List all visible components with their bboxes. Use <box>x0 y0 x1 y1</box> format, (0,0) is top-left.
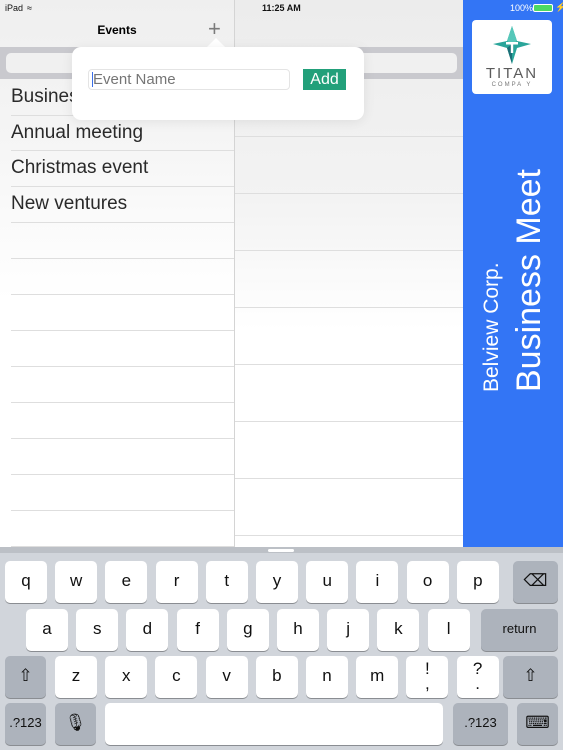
key-lower-char: . <box>475 674 480 693</box>
key-v[interactable]: v <box>205 656 248 698</box>
list-separator <box>11 474 234 475</box>
key-g[interactable]: g <box>226 609 269 651</box>
key-e[interactable]: e <box>105 561 148 603</box>
key-d[interactable]: d <box>126 609 169 651</box>
event-title: Business Meet <box>510 169 548 392</box>
charging-icon: ⚡ <box>555 2 563 12</box>
list-separator <box>11 366 234 367</box>
shift-key-left[interactable]: ⇧ <box>5 656 46 698</box>
event-list-item[interactable]: New ventures <box>11 186 127 222</box>
add-event-plus-icon[interactable]: + <box>208 18 221 40</box>
list-separator <box>11 330 234 331</box>
return-key[interactable]: return <box>481 609 558 651</box>
key-t[interactable]: t <box>205 561 248 603</box>
key-o[interactable]: o <box>406 561 449 603</box>
list-separator <box>11 438 234 439</box>
key-s[interactable]: s <box>76 609 119 651</box>
key-h[interactable]: h <box>277 609 319 651</box>
backspace-key[interactable]: ⌫ <box>513 561 558 603</box>
detail-row-separator <box>235 535 463 536</box>
key-exclaim-comma[interactable]: !, <box>406 656 449 698</box>
titan-logo-card: TITAN COMPA Y <box>472 20 552 94</box>
key-x[interactable]: x <box>105 656 148 698</box>
key-j[interactable]: j <box>327 609 370 651</box>
dismiss-keyboard-icon[interactable]: ⌨ <box>517 703 558 745</box>
event-list-item[interactable]: Annual meeting <box>11 115 143 151</box>
event-list-item[interactable]: Christmas event <box>11 150 148 186</box>
company-name: Belview Corp. <box>480 262 503 392</box>
list-separator <box>11 222 234 223</box>
key-f[interactable]: f <box>176 609 219 651</box>
add-event-button[interactable]: Add <box>303 69 346 90</box>
key-m[interactable]: m <box>356 656 399 698</box>
key-c[interactable]: c <box>155 656 198 698</box>
key-p[interactable]: p <box>456 561 499 603</box>
key-z[interactable]: z <box>55 656 97 698</box>
event-name-input[interactable] <box>88 69 290 90</box>
key-w[interactable]: w <box>55 561 98 603</box>
key-q[interactable]: q <box>5 561 47 603</box>
key-n[interactable]: n <box>306 656 348 698</box>
key-lower-char: , <box>425 674 430 693</box>
status-time: 11:25 AM <box>262 3 301 13</box>
list-separator <box>11 258 234 259</box>
key-i[interactable]: i <box>356 561 399 603</box>
text-caret <box>92 72 93 87</box>
device-label: iPad <box>5 3 24 13</box>
key-b[interactable]: b <box>255 656 298 698</box>
space-key[interactable] <box>105 703 443 745</box>
microphone-icon[interactable]: 🎙 <box>55 703 96 745</box>
detail-row-separator <box>235 250 463 251</box>
detail-row-separator <box>235 421 463 422</box>
key-question-period[interactable]: ?. <box>456 656 499 698</box>
list-separator <box>11 402 234 403</box>
key-k[interactable]: k <box>377 609 420 651</box>
key-l[interactable]: l <box>427 609 470 651</box>
detail-row-separator <box>235 193 463 194</box>
events-title: Events <box>97 23 137 37</box>
keyboard-drag-handle[interactable] <box>268 549 294 552</box>
key-u[interactable]: u <box>306 561 349 603</box>
battery-icon <box>533 4 553 12</box>
key-r[interactable]: r <box>155 561 198 603</box>
wifi-icon: ≈ <box>27 3 32 13</box>
logo-text: TITAN <box>485 65 539 82</box>
numbers-key-left[interactable]: .?123 <box>5 703 46 745</box>
shift-key-right[interactable]: ⇧ <box>503 656 558 698</box>
battery-percent: 100% <box>510 3 534 13</box>
detail-row-separator <box>235 364 463 365</box>
list-separator <box>11 294 234 295</box>
key-a[interactable]: a <box>26 609 68 651</box>
key-y[interactable]: y <box>256 561 298 603</box>
list-separator <box>11 510 234 511</box>
detail-row-separator <box>235 307 463 308</box>
detail-row-separator <box>235 478 463 479</box>
logo-subtext: COMPA Y <box>491 82 533 88</box>
detail-row-separator <box>235 136 463 137</box>
numbers-key-right[interactable]: .?123 <box>453 703 508 745</box>
